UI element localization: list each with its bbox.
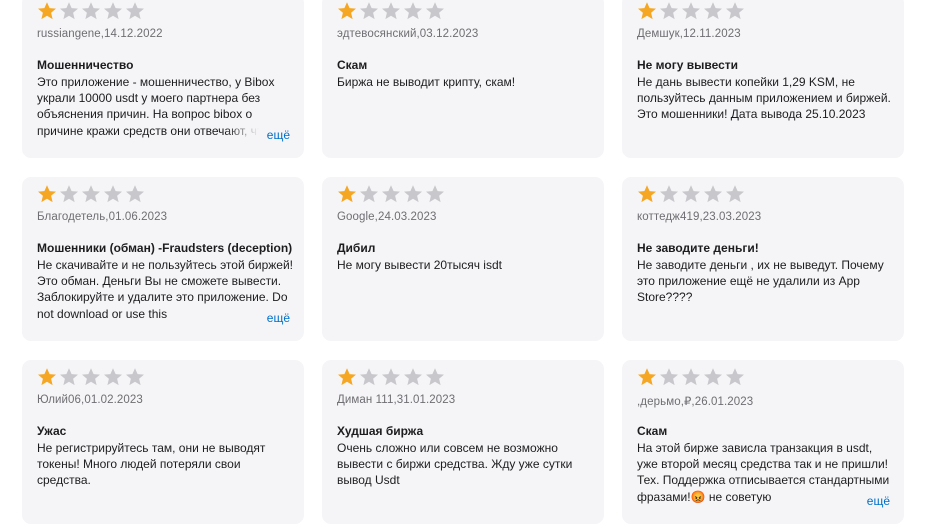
star-empty-icon: [382, 185, 400, 203]
star-empty-icon: [682, 2, 700, 20]
review-author-date: коттедж419,23.03.2023: [637, 211, 762, 223]
star-empty-icon: [60, 185, 78, 203]
star-empty-icon: [82, 185, 100, 203]
star-rating: [37, 184, 145, 204]
star-rating: [37, 1, 145, 21]
review-body: Не дань вывести копейки 1,29 KSM, не пол…: [637, 75, 891, 122]
review-author-date: Юлий06,01.02.2023: [37, 394, 143, 406]
review-body: Не заводите деньги , их не выведут. Поче…: [637, 258, 884, 305]
star-empty-icon: [126, 185, 144, 203]
star-empty-icon: [60, 2, 78, 20]
review-card: ,дерьмо,₽,26.01.2023 Скам На этой бирже …: [622, 360, 904, 524]
star-empty-icon: [660, 185, 678, 203]
star-rating: [337, 367, 445, 387]
star-filled-icon: [638, 368, 656, 386]
review-body: Не могу вывести 20тысяч isdt: [337, 258, 502, 272]
star-empty-icon: [682, 368, 700, 386]
review-author-date: Диман 111,31.01.2023: [337, 394, 456, 406]
review-author-date: Благодетель,01.06.2023: [37, 211, 168, 223]
review-card: Благодетель,01.06.2023 Мошенники (обман)…: [22, 177, 304, 341]
review-title: Не могу вывести: [637, 58, 739, 72]
star-empty-icon: [126, 368, 144, 386]
star-empty-icon: [426, 185, 444, 203]
star-empty-icon: [60, 368, 78, 386]
review-card: Google,24.03.2023 Дибил Не могу вывести …: [322, 177, 604, 341]
star-empty-icon: [82, 368, 100, 386]
star-empty-icon: [704, 185, 722, 203]
star-filled-icon: [338, 185, 356, 203]
star-empty-icon: [404, 185, 422, 203]
more-link[interactable]: ещё: [264, 127, 290, 143]
star-empty-icon: [726, 2, 744, 20]
star-empty-icon: [404, 368, 422, 386]
star-empty-icon: [104, 368, 122, 386]
review-card: Диман 111,31.01.2023 Худшая биржа Очень …: [322, 360, 604, 524]
review-body: Биржа не выводит крипту, скам!: [337, 75, 516, 89]
star-empty-icon: [104, 2, 122, 20]
star-empty-icon: [360, 185, 378, 203]
star-empty-icon: [426, 2, 444, 20]
review-title: Не заводите деньги!: [637, 241, 759, 255]
star-filled-icon: [638, 185, 656, 203]
star-filled-icon: [38, 2, 56, 20]
review-title: Ужас: [37, 424, 67, 438]
review-card: коттедж419,23.03.2023 Не заводите деньги…: [622, 177, 904, 341]
star-empty-icon: [726, 368, 744, 386]
star-empty-icon: [704, 368, 722, 386]
review-author-date: Демшук,12.11.2023: [637, 28, 741, 40]
star-empty-icon: [104, 185, 122, 203]
star-filled-icon: [338, 2, 356, 20]
review-author-date: ,дерьмо,₽,26.01.2023: [637, 396, 754, 408]
star-rating: [337, 184, 445, 204]
star-filled-icon: [338, 368, 356, 386]
more-container: ещё: [224, 310, 290, 326]
star-rating: [637, 184, 745, 204]
star-empty-icon: [426, 368, 444, 386]
review-card: Юлий06,01.02.2023 Ужас Не регистрируйтес…: [22, 360, 304, 524]
review-body: Очень сложно или совсем не возможно выве…: [337, 441, 573, 488]
review-card: russiangene,14.12.2022 Мошенничество Это…: [22, 0, 304, 158]
review-title: Худшая биржа: [337, 424, 424, 438]
more-link[interactable]: ещё: [264, 310, 290, 326]
star-rating: [337, 1, 445, 21]
star-rating: [637, 367, 745, 387]
star-filled-icon: [38, 368, 56, 386]
review-title: Скам: [637, 424, 668, 438]
review-author-date: russiangene,14.12.2022: [37, 28, 163, 40]
review-body: Не регистрируйтесь там, они не выводят т…: [37, 441, 266, 488]
star-empty-icon: [126, 2, 144, 20]
more-container: ещё: [824, 493, 890, 509]
star-filled-icon: [38, 185, 56, 203]
reviews-grid: russiangene,14.12.2022 Мошенничество Это…: [0, 0, 937, 529]
star-rating: [637, 1, 745, 21]
star-empty-icon: [682, 185, 700, 203]
star-empty-icon: [726, 185, 744, 203]
more-container: ещё: [224, 127, 290, 143]
star-empty-icon: [82, 2, 100, 20]
more-link[interactable]: ещё: [864, 493, 890, 509]
review-title: Мошенничество: [37, 58, 134, 72]
star-empty-icon: [360, 368, 378, 386]
review-title: Мошенники (обман) -Fraudsters (deception…: [37, 241, 293, 255]
review-title: Дибил: [337, 241, 376, 255]
review-title: Скам: [337, 58, 368, 72]
review-author-date: эдтевосянский,03.12.2023: [337, 28, 479, 40]
star-empty-icon: [382, 368, 400, 386]
star-empty-icon: [660, 2, 678, 20]
star-empty-icon: [360, 2, 378, 20]
review-author-date: Google,24.03.2023: [337, 211, 437, 223]
review-card: эдтевосянский,03.12.2023 Скам Биржа не в…: [322, 0, 604, 158]
star-empty-icon: [660, 368, 678, 386]
star-empty-icon: [382, 2, 400, 20]
star-empty-icon: [404, 2, 422, 20]
star-filled-icon: [638, 2, 656, 20]
star-rating: [37, 367, 145, 387]
review-card: Демшук,12.11.2023 Не могу вывести Не дан…: [622, 0, 904, 158]
star-empty-icon: [704, 2, 722, 20]
